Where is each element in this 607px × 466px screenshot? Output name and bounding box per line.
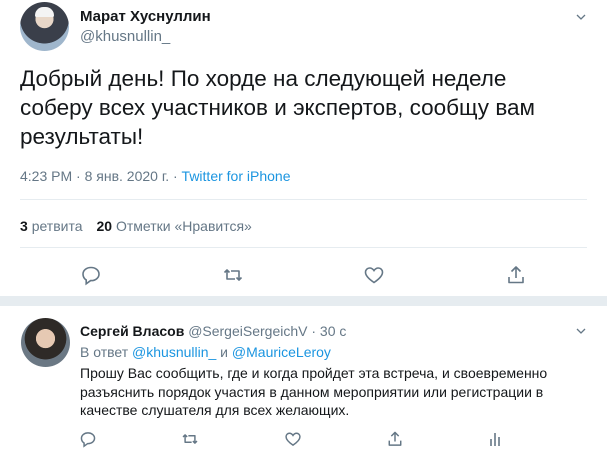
divider — [0, 296, 607, 306]
share-icon[interactable] — [505, 264, 527, 286]
tweet-source[interactable]: Twitter for iPhone — [182, 168, 291, 184]
reply-tweet[interactable]: Сергей Власов @SergeiSergeichV · 30 с В … — [0, 306, 607, 466]
likes-count: 20 — [96, 218, 113, 234]
reply-author-name[interactable]: Сергей Власов — [80, 323, 184, 339]
tweet-stats: 3 ретвита 20 Отметки «Нравится» — [20, 218, 252, 234]
main-tweet: Марат Хуснуллин @khusnullin_ Добрый день… — [0, 0, 607, 296]
divider — [20, 247, 587, 248]
reply-header: Сергей Власов @SergeiSergeichV · 30 с — [80, 323, 346, 339]
avatar[interactable] — [21, 318, 70, 367]
reply-time[interactable]: · 30 с — [307, 323, 346, 339]
author-handle[interactable]: @khusnullin_ — [80, 28, 170, 45]
reply-author-handle[interactable]: @SergeiSergeichV — [188, 323, 307, 339]
mention-link[interactable]: @MauriceLeroy — [232, 344, 331, 360]
chevron-down-icon[interactable] — [576, 326, 586, 336]
analytics-icon[interactable] — [486, 430, 504, 448]
retweet-icon[interactable] — [222, 264, 244, 286]
retweet-icon[interactable] — [181, 430, 199, 448]
likes-stat[interactable]: 20 Отметки «Нравится» — [97, 218, 252, 234]
tweet-time[interactable]: 4:23 PM · 8 янв. 2020 г. · — [20, 168, 182, 184]
share-icon[interactable] — [386, 430, 404, 448]
retweets-stat[interactable]: 3 ретвита — [20, 218, 83, 234]
retweets-count: 3 — [20, 218, 28, 234]
heart-icon[interactable] — [284, 430, 302, 448]
reply-icon[interactable] — [79, 430, 97, 448]
reply-prefix: В ответ — [80, 344, 133, 360]
reply-joiner: и — [216, 344, 232, 360]
likes-label: Отметки «Нравится» — [115, 218, 252, 234]
reply-icon[interactable] — [80, 264, 102, 286]
heart-icon[interactable] — [363, 264, 385, 286]
author-name[interactable]: Марат Хуснуллин — [80, 8, 211, 25]
reply-text: Прошу Вас сообщить, где и когда пройдет … — [80, 365, 548, 418]
reply-to: В ответ @khusnullin_ и @MauriceLeroy — [80, 344, 331, 360]
avatar[interactable] — [20, 2, 69, 51]
mention-link[interactable]: @khusnullin_ — [132, 344, 216, 360]
retweets-label: ретвита — [31, 218, 83, 234]
divider — [20, 199, 587, 200]
tweet-meta: 4:23 PM · 8 янв. 2020 г. · Twitter for i… — [20, 168, 290, 184]
tweet-text: Добрый день! По хорде на следующей недел… — [20, 66, 535, 149]
chevron-down-icon[interactable] — [576, 12, 586, 22]
